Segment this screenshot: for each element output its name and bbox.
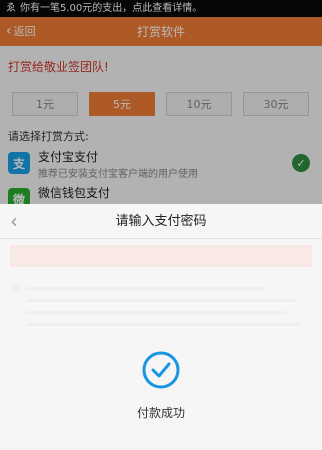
success-check-icon [142,351,180,389]
payment-sheet: ‹ 请输入支付密码 付款成功 [0,204,322,450]
success-panel: 付款成功 [0,204,322,450]
success-message: 付款成功 [136,406,185,420]
